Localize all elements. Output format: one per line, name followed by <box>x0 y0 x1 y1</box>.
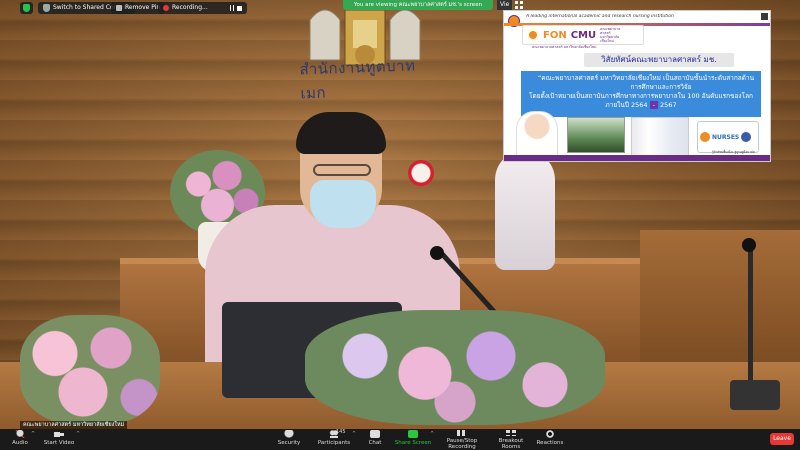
microphone-right-icon <box>742 238 756 252</box>
share-screen-icon <box>408 430 418 438</box>
person-hair <box>296 112 386 154</box>
fon-cmu-logo: FON CMU คณะพยาบาลศาสตร์ มหาวิทยาลัยเชียง… <box>522 25 644 45</box>
microphone-icon <box>430 246 444 260</box>
vision-line-3: โดยตั้งเป้าหมายเป็นสถาบันการศึกษาทางการพ… <box>528 92 753 100</box>
nurses-logo: NURSES <box>697 121 759 153</box>
pause-recording-icon <box>457 430 467 436</box>
security-status-pill[interactable] <box>20 2 33 14</box>
recording-label: Recording... <box>172 4 208 11</box>
nurses-label: NURSES <box>712 133 740 141</box>
nurses-logo-icon <box>700 132 710 142</box>
emblem-text: สำนักงานทูตบาทเมก <box>299 56 416 103</box>
reactions-icon <box>545 430 555 438</box>
vision-line-4-pre: ภายในปี 2564 <box>605 101 648 109</box>
leave-button[interactable]: Leave <box>770 433 794 445</box>
flowers-bottom-left <box>20 315 160 425</box>
start-video-label: Start Video <box>43 440 75 446</box>
video-camera-icon <box>54 430 64 438</box>
stop-icon[interactable] <box>236 5 242 11</box>
switch-icon <box>43 4 50 12</box>
microphone-stand-right <box>748 242 753 392</box>
chat-icon <box>370 430 380 438</box>
video-caret-icon[interactable]: ^ <box>76 431 80 437</box>
slide-header: วิสัยทัศน์คณะพยาบาลศาสตร์ มช. <box>584 53 734 67</box>
share-screen-label: Share Screen <box>394 440 432 446</box>
participants-caret-icon[interactable]: ^ <box>352 431 356 437</box>
pause-stop-recording-button[interactable]: Pause/Stop Recording <box>436 430 488 450</box>
slide-subtitle: คณะพยาบาลศาสตร์ มหาวิทยาลัยเชียงใหม่ <box>532 45 597 49</box>
side-cabinet <box>640 230 800 370</box>
participants-button[interactable]: 145 Participants <box>314 429 354 450</box>
vision-line-4: ภายในปี 2564 - 2567 <box>521 101 761 110</box>
breakout-rooms-label: Breakout Rooms <box>498 438 524 450</box>
slide-tagline: A leading international academic and res… <box>526 14 674 19</box>
shield-icon <box>284 430 294 438</box>
pin-icon <box>116 5 122 11</box>
fon-logo-icon <box>527 29 539 41</box>
vision-line-4-post: 2567 <box>660 101 677 109</box>
audio-label: Audio <box>12 440 28 446</box>
remove-pin-label: Remove Pin <box>125 4 161 11</box>
participants-label: Participants <box>317 440 351 446</box>
chat-button[interactable]: Chat <box>363 430 387 450</box>
reactions-button[interactable]: Reactions <box>535 430 565 450</box>
vision-line-4-highlight: - <box>649 101 658 109</box>
breakout-rooms-icon <box>506 430 516 436</box>
vision-line-2: การศึกษาและการวิจัย <box>630 83 692 91</box>
slide-footer <box>504 155 770 161</box>
group-photo-outdoor <box>567 117 625 153</box>
share-caret-icon[interactable]: ^ <box>430 431 434 437</box>
microphone-muted-icon <box>15 430 25 438</box>
vision-line-1: “คณะพยาบาลศาสตร์ มหาวิทยาลัยเชียงใหม่ เป… <box>537 74 755 82</box>
participant-name-label: คณะพยาบาลศาสตร์ มหาวิทยาลัยเชียงใหม่ <box>20 421 128 429</box>
logo-cmu: CMU <box>570 29 597 41</box>
pause-icon[interactable] <box>229 5 234 11</box>
shared-screen-thumbnail[interactable]: A leading international academic and res… <box>503 10 771 162</box>
face-mask <box>310 180 376 228</box>
vision-box: “คณะพยาบาลศาสตร์ มหาวิทยาลัยเชียงใหม่ เป… <box>521 71 761 117</box>
view-options-button[interactable]: Vie <box>497 0 513 10</box>
lamp <box>408 160 434 186</box>
flowers-bottom-center <box>305 310 605 425</box>
audio-caret-icon[interactable]: ^ <box>31 431 35 437</box>
chat-label: Chat <box>368 440 382 446</box>
start-video-button[interactable]: Start Video <box>40 430 78 450</box>
glasses <box>313 164 371 176</box>
participants-count: 145 <box>336 429 346 435</box>
record-icon <box>163 5 169 11</box>
logo-fon: FON <box>543 29 567 41</box>
security-button[interactable]: Security <box>274 430 304 450</box>
recording-indicator[interactable]: Recording... <box>158 2 247 14</box>
slide-corner-icons <box>761 13 768 20</box>
nurses-logo-icon-2 <box>741 132 752 142</box>
breakout-rooms-button[interactable]: Breakout Rooms <box>491 430 531 450</box>
nurse-illustration <box>516 111 558 161</box>
share-screen-button[interactable]: Share Screen <box>394 430 432 450</box>
logo-mini-text: คณะพยาบาลศาสตร์ มหาวิทยาลัยเชียงใหม่ <box>600 27 621 43</box>
meeting-toolbar: Audio ^ Start Video ^ Security 145 Parti… <box>0 429 800 450</box>
gallery-view-icon[interactable] <box>515 1 523 9</box>
shield-icon <box>23 4 30 12</box>
reactions-label: Reactions <box>536 440 564 446</box>
qr-icon <box>761 13 768 20</box>
flower-statue-right <box>495 150 555 270</box>
viewing-banner[interactable]: You are viewing คณะพยาบาลศาสตร์ มช.'s sc… <box>343 0 493 10</box>
audio-button[interactable]: Audio <box>8 430 32 450</box>
security-label: Security <box>277 440 301 446</box>
pause-recording-label: Pause/Stop Recording <box>446 438 478 450</box>
microphone-base <box>730 380 780 410</box>
